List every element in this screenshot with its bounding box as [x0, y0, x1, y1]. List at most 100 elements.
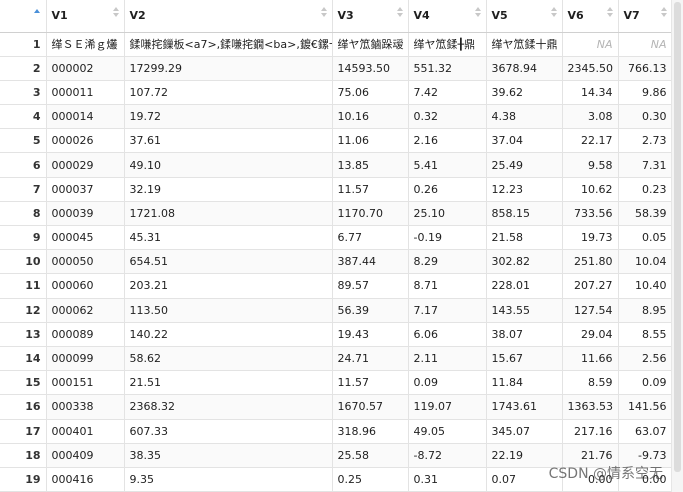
column-header-v4[interactable]: V4 — [408, 0, 487, 33]
table-cell[interactable]: -8.72 — [408, 443, 487, 468]
table-cell[interactable]: 2.11 — [408, 346, 487, 372]
table-cell[interactable]: 9.86 — [618, 80, 673, 106]
table-cell[interactable]: 551.32 — [408, 56, 487, 81]
table-cell[interactable]: 000011 — [46, 80, 125, 106]
table-row[interactable]: 4 000014 19.72 10.16 0.32 4.38 3.08 0.30 — [0, 104, 673, 130]
column-header-v6[interactable]: V6 — [562, 0, 619, 33]
table-cell[interactable]: 6.06 — [408, 322, 487, 347]
table-cell[interactable]: 11.57 — [332, 177, 409, 202]
column-header-v5[interactable]: V5 — [486, 0, 563, 33]
table-cell[interactable]: 4.38 — [486, 104, 563, 130]
table-cell[interactable]: 143.55 — [486, 298, 563, 323]
table-cell[interactable]: 5.41 — [408, 152, 487, 178]
table-cell[interactable]: 缂ヤ笟鍒十鼎 — [486, 32, 563, 57]
table-cell[interactable]: 000401 — [46, 419, 125, 444]
table-cell[interactable]: 89.57 — [332, 273, 409, 299]
table-cell[interactable]: 1170.70 — [332, 201, 409, 227]
table-cell[interactable]: 49.05 — [408, 419, 487, 444]
table-cell[interactable]: 38.35 — [124, 443, 333, 468]
table-cell[interactable]: 25.10 — [408, 201, 487, 227]
table-cell[interactable]: 56.39 — [332, 298, 409, 323]
table-row[interactable]: 3 000011 107.72 75.06 7.42 39.62 14.34 9.86 — [0, 80, 673, 106]
table-row[interactable]: 17 000401 607.33 318.96 49.05 345.07 217.16 63.… — [0, 419, 673, 444]
table-cell[interactable]: 345.07 — [486, 419, 563, 444]
table-cell[interactable]: 0.32 — [408, 104, 487, 130]
table-cell[interactable]: 37.04 — [486, 128, 563, 154]
table-cell[interactable]: 14.34 — [562, 80, 619, 106]
table-cell[interactable]: 58.62 — [124, 346, 333, 372]
table-cell[interactable]: 1743.61 — [486, 394, 563, 420]
table-row[interactable]: 19 000416 9.35 0.25 0.31 0.07 0.00 0.00 — [0, 467, 673, 492]
table-cell[interactable]: 000050 — [46, 249, 125, 275]
table-cell[interactable]: 0.31 — [408, 467, 487, 492]
table-cell[interactable]: 000062 — [46, 298, 125, 323]
table-cell[interactable]: 0.30 — [618, 104, 673, 130]
table-cell[interactable]: 0.07 — [486, 467, 563, 492]
table-cell[interactable]: 000014 — [46, 104, 125, 130]
table-cell[interactable]: 0.25 — [332, 467, 409, 492]
table-cell[interactable]: 24.71 — [332, 346, 409, 372]
table-cell[interactable]: 654.51 — [124, 249, 333, 275]
table-row[interactable]: 13 000089 140.22 19.43 6.06 38.07 29.04 8.55 — [0, 322, 673, 347]
table-cell[interactable]: 251.80 — [562, 249, 619, 275]
table-cell[interactable]: 7.42 — [408, 80, 487, 106]
table-cell[interactable]: 9.58 — [562, 152, 619, 178]
table-cell[interactable]: 858.15 — [486, 201, 563, 227]
table-cell[interactable]: 11.66 — [562, 346, 619, 372]
table-cell[interactable]: 8.71 — [408, 273, 487, 299]
table-cell[interactable]: 1363.53 — [562, 394, 619, 420]
table-cell[interactable]: 0.05 — [618, 225, 673, 251]
table-cell[interactable]: 6.77 — [332, 225, 409, 251]
sort-icon[interactable] — [606, 7, 614, 21]
table-cell[interactable]: 22.17 — [562, 128, 619, 154]
table-cell[interactable]: 0.09 — [618, 370, 673, 396]
table-cell[interactable]: 000338 — [46, 394, 125, 420]
table-cell[interactable]: 缂ヤ笟鏀跺叆 — [332, 32, 409, 57]
table-cell[interactable]: 32.19 — [124, 177, 333, 202]
table-cell[interactable]: 141.56 — [618, 394, 673, 420]
table-cell[interactable]: 000026 — [46, 128, 125, 154]
table-cell[interactable]: 000037 — [46, 177, 125, 202]
table-cell[interactable]: 000099 — [46, 346, 125, 372]
vertical-scrollbar[interactable] — [671, 0, 683, 492]
table-cell[interactable]: 0.09 — [408, 370, 487, 396]
table-cell[interactable]: 228.01 — [486, 273, 563, 299]
table-cell[interactable]: 113.50 — [124, 298, 333, 323]
table-cell[interactable]: 207.27 — [562, 273, 619, 299]
table-row[interactable]: 12 000062 113.50 56.39 7.17 143.55 127.54 8.95 — [0, 298, 673, 323]
table-cell[interactable]: 000409 — [46, 443, 125, 468]
table-cell[interactable]: 39.62 — [486, 80, 563, 106]
table-cell[interactable]: 2345.50 — [562, 56, 619, 81]
sort-icon[interactable] — [396, 7, 404, 21]
table-cell[interactable]: -9.73 — [618, 443, 673, 468]
table-cell[interactable]: 000060 — [46, 273, 125, 299]
table-cell[interactable]: 21.58 — [486, 225, 563, 251]
table-row[interactable]: 18 000409 38.35 25.58 -8.72 22.19 21.76 -9.73 — [0, 443, 673, 468]
table-cell[interactable]: 29.04 — [562, 322, 619, 347]
table-cell[interactable]: 缂ヤ笟鍒╂鼎 — [408, 32, 487, 57]
table-cell[interactable]: 7.17 — [408, 298, 487, 323]
table-cell[interactable]: 000045 — [46, 225, 125, 251]
table-cell[interactable]: 10.16 — [332, 104, 409, 130]
table-cell[interactable]: 38.07 — [486, 322, 563, 347]
table-cell[interactable]: 15.67 — [486, 346, 563, 372]
table-row[interactable]: 5 000026 37.61 11.06 2.16 37.04 22.17 2.73 — [0, 128, 673, 154]
table-cell[interactable]: 766.13 — [618, 56, 673, 81]
table-cell[interactable]: 缂ＳＥ浠ｇ爜 — [46, 32, 125, 57]
table-cell[interactable]: 21.76 — [562, 443, 619, 468]
table-cell[interactable]: 2.73 — [618, 128, 673, 154]
table-cell[interactable]: 14593.50 — [332, 56, 409, 81]
table-cell[interactable]: 12.23 — [486, 177, 563, 202]
table-cell[interactable]: 119.07 — [408, 394, 487, 420]
table-cell[interactable]: 733.56 — [562, 201, 619, 227]
table-cell[interactable]: 58.39 — [618, 201, 673, 227]
table-row[interactable]: 7 000037 32.19 11.57 0.26 12.23 10.62 0.23 — [0, 177, 673, 202]
table-cell[interactable]: 11.57 — [332, 370, 409, 396]
table-cell[interactable]: 8.59 — [562, 370, 619, 396]
table-cell[interactable]: 75.06 — [332, 80, 409, 106]
table-cell[interactable]: 000416 — [46, 467, 125, 492]
table-cell[interactable]: 11.06 — [332, 128, 409, 154]
table-row[interactable]: 14 000099 58.62 24.71 2.11 15.67 11.66 2.56 — [0, 346, 673, 372]
table-row[interactable]: 2 000002 17299.29 14593.50 551.32 3678.94 2345… — [0, 56, 673, 81]
table-cell[interactable]: 318.96 — [332, 419, 409, 444]
